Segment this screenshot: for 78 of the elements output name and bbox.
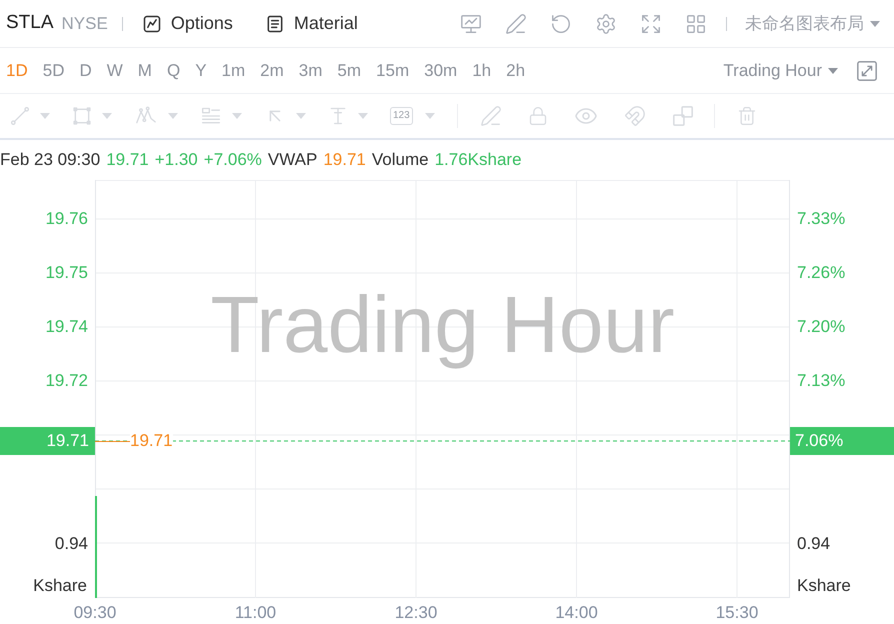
- price-axis-label: 19.72: [45, 371, 88, 391]
- caret-icon: [232, 113, 242, 119]
- period-tab[interactable]: Y: [195, 58, 207, 84]
- period-tab[interactable]: 5D: [42, 58, 64, 84]
- chart-monitor-icon[interactable]: [460, 12, 482, 34]
- header-link[interactable]: Options: [142, 10, 233, 37]
- period-tab[interactable]: W: [106, 58, 123, 84]
- period-tab[interactable]: 30m: [424, 58, 458, 84]
- lines-icon: [200, 106, 222, 126]
- last-change-tag: 7.06%: [790, 427, 894, 455]
- chart-icon: [142, 14, 162, 34]
- period-tab[interactable]: 1m: [222, 58, 246, 84]
- document-icon: [264, 14, 285, 34]
- volume-unit-label: Kshare: [796, 576, 851, 596]
- volume-axis-label: 0.94: [796, 534, 830, 554]
- caret-icon: [424, 113, 435, 119]
- ticker-symbol: STLA: [6, 11, 54, 36]
- settings-icon[interactable]: [595, 12, 617, 34]
- price-change: +1.30: [154, 149, 198, 172]
- caret-icon: [168, 113, 178, 119]
- period-tab[interactable]: M: [138, 58, 152, 84]
- overlapping-squares-icon[interactable]: [672, 105, 694, 127]
- caret-icon: [102, 113, 112, 119]
- lock-icon[interactable]: [528, 106, 548, 126]
- rectangle-icon: [72, 106, 92, 126]
- magnet-icon[interactable]: [624, 105, 646, 127]
- price-axis-label: 19.74: [45, 317, 88, 337]
- caret-icon: [828, 68, 838, 74]
- period-tab[interactable]: 1D: [6, 58, 28, 84]
- caret-icon: [40, 113, 50, 119]
- period-tab[interactable]: Q: [166, 58, 180, 84]
- zigzag-icon: [134, 106, 158, 126]
- time-axis-label: 14:00: [555, 603, 598, 623]
- period-tab[interactable]: 1h: [472, 58, 492, 84]
- period-tab[interactable]: D: [79, 58, 92, 84]
- trash-icon[interactable]: [736, 106, 757, 126]
- exchange-label: NYSE: [62, 12, 108, 35]
- price-axis-label: 19.75: [45, 263, 88, 283]
- period-tab[interactable]: 3m: [298, 58, 322, 84]
- caret-icon: [296, 113, 306, 119]
- session-menu[interactable]: Trading Hour: [723, 58, 838, 84]
- percent-axis-label: 7.20%: [797, 317, 846, 337]
- caret-icon: [870, 20, 880, 26]
- time-axis-label: 12:30: [394, 603, 438, 623]
- percent-axis-label: 7.26%: [797, 263, 846, 283]
- volume-unit-label: Kshare: [33, 576, 88, 596]
- period-tab[interactable]: 15m: [376, 58, 410, 84]
- expand-icon[interactable]: [640, 12, 662, 34]
- pen-icon[interactable]: [480, 105, 502, 127]
- percent-change: +7.06%: [204, 149, 262, 172]
- layout-menu[interactable]: 未命名图表布局: [745, 10, 880, 36]
- last-price-tag: 19.71: [0, 427, 95, 455]
- period-tab[interactable]: 5m: [337, 58, 362, 84]
- percent-axis-label: 7.13%: [797, 371, 846, 391]
- time-axis-label: 15:30: [716, 603, 758, 623]
- period-tab[interactable]: 2h: [506, 58, 526, 84]
- volume-axis-label: 0.94: [54, 534, 89, 554]
- edit-icon[interactable]: [505, 12, 527, 34]
- volume-label: Volume: [372, 149, 429, 172]
- line-icon: [10, 106, 30, 126]
- time-axis-label: 11:00: [234, 603, 276, 623]
- vwap-line: [95, 440, 130, 442]
- volume-value: 1.76Kshare: [434, 149, 522, 172]
- session-watermark: Trading Hour: [210, 280, 674, 370]
- grid-layout-icon[interactable]: [685, 12, 707, 34]
- vwap-value: 19.71: [323, 149, 366, 172]
- header-link[interactable]: Material: [264, 10, 358, 37]
- vwap-label: VWAP: [268, 149, 318, 172]
- text-cursor-icon: [328, 106, 348, 126]
- refresh-icon[interactable]: [550, 12, 572, 34]
- caret-icon: [358, 113, 368, 119]
- period-tab[interactable]: 2m: [260, 58, 284, 84]
- quote-time: Feb 23 09:30: [0, 149, 100, 172]
- percent-axis-label: 7.33%: [797, 209, 846, 229]
- time-axis-label: 09:30: [74, 603, 116, 623]
- last-price: 19.71: [106, 149, 149, 172]
- price-axis-label: 19.76: [45, 209, 88, 229]
- fullscreen-icon[interactable]: [856, 60, 878, 82]
